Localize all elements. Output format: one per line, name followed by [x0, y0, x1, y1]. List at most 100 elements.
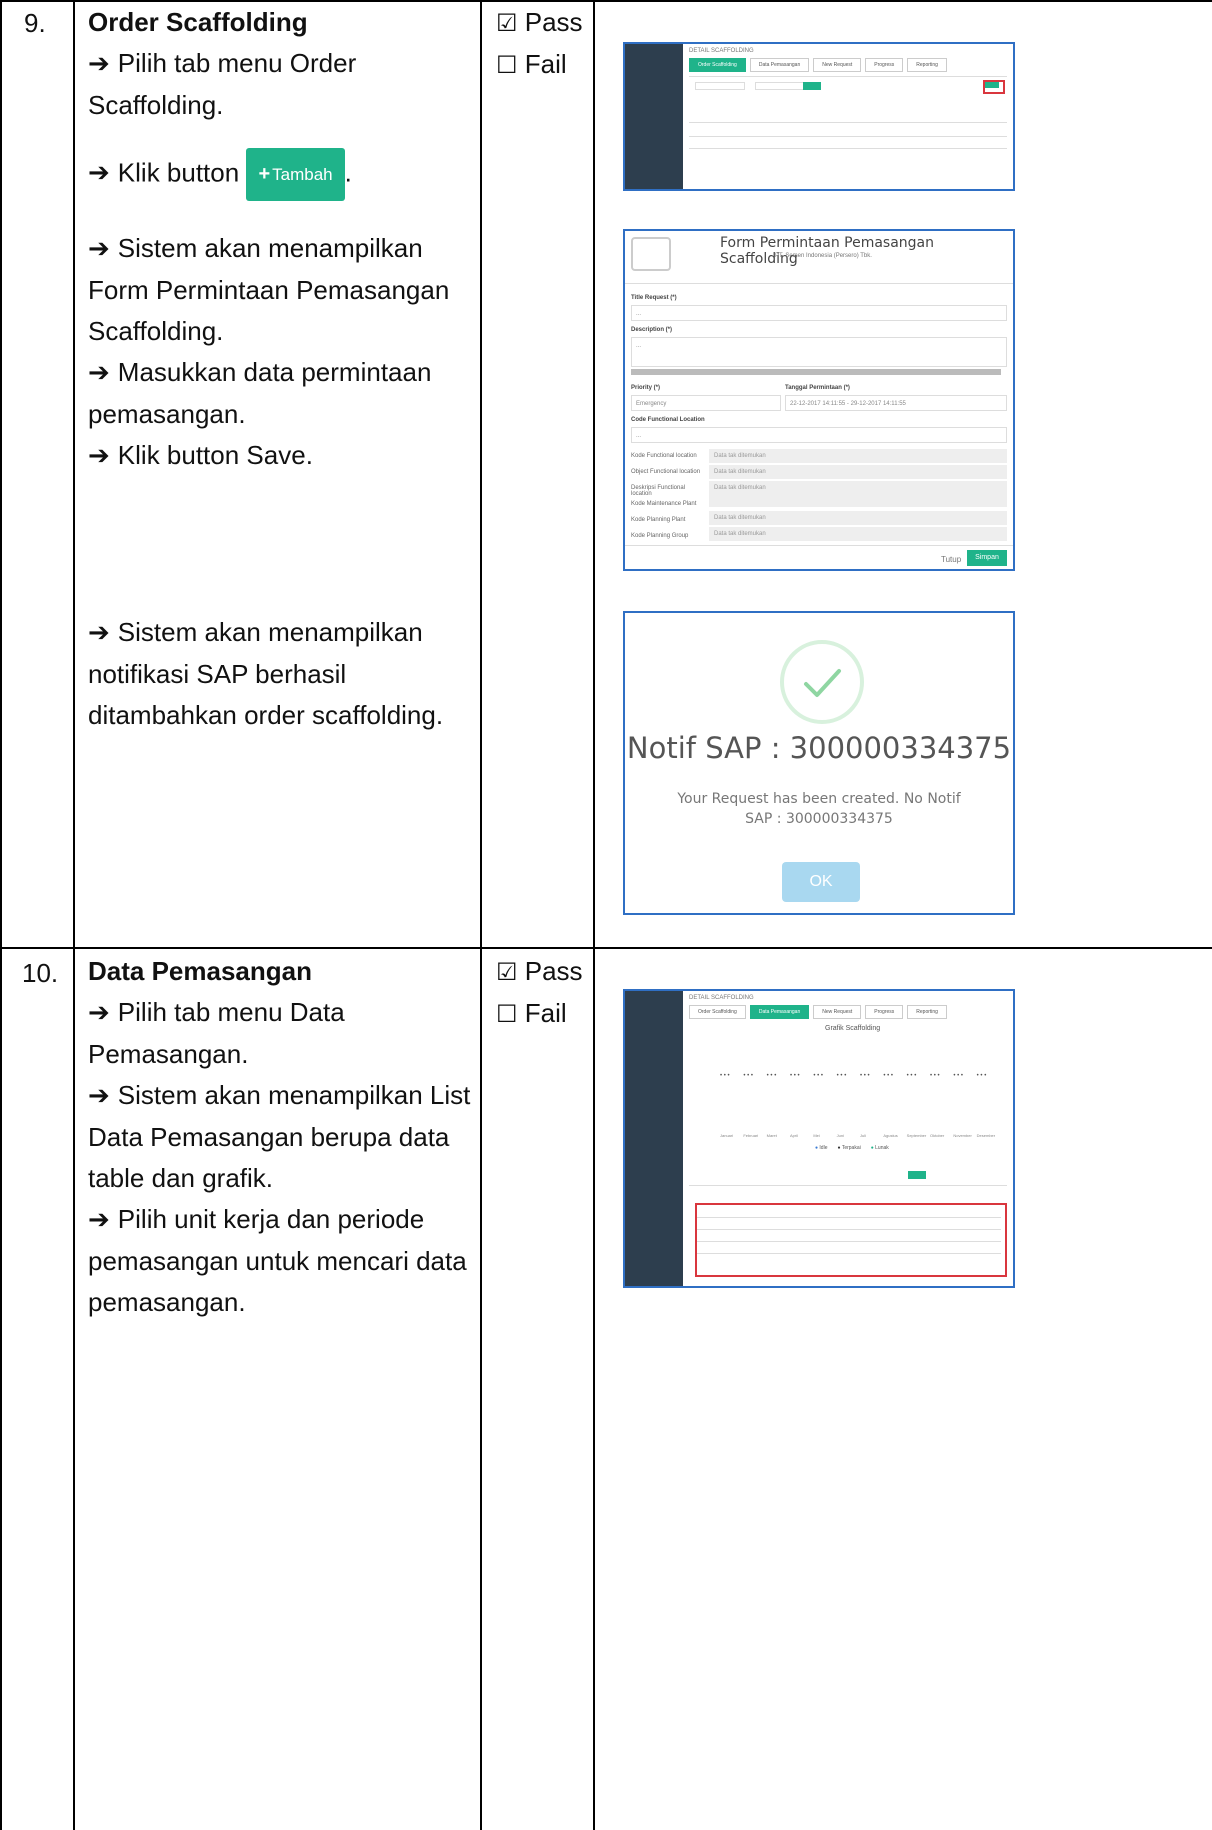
input-code-location: ...: [631, 427, 1007, 443]
chart-point: • • •: [976, 1073, 987, 1079]
legend-item: ● Lunak: [870, 1145, 889, 1151]
chart-series: • • • • • • • • • • • • • • • • • • • • • • • •…: [720, 1073, 1000, 1083]
checked-box-icon: ☑: [496, 9, 518, 37]
filter-date: [695, 82, 745, 90]
divider: [625, 283, 1013, 284]
arrow-right-icon: ➔: [88, 49, 110, 79]
empty-box-icon: ☐: [496, 1000, 518, 1028]
screenshot-data-pemasangan: DETAIL SCAFFOLDING Order Scaffolding Dat…: [623, 989, 1015, 1288]
tambah-button-image: [985, 82, 999, 88]
tab-order-scaffolding: Order Scaffolding: [689, 58, 746, 72]
notif-message: Your Request has been created. No Notif …: [677, 791, 961, 827]
tab-new-request: New Request: [813, 58, 862, 72]
chart-point: • • •: [836, 1073, 847, 1079]
chart-point: • • •: [766, 1073, 777, 1079]
chart-tick-label: Januari: [720, 1133, 734, 1138]
label-tanggal: Tanggal Permintaan (*): [785, 385, 850, 391]
step-item: ➔ Sistem akan menampilkan notifikasi SAP …: [88, 617, 444, 730]
chart-point: • • •: [743, 1073, 753, 1079]
tab-progress: Progress: [865, 1005, 904, 1019]
step-title: Order Scaffolding: [88, 7, 308, 37]
tab-new-request: New Request: [813, 1005, 862, 1019]
tab-reporting: Reporting: [907, 1005, 947, 1019]
chart-tick-label: Agustus: [883, 1133, 898, 1138]
arrow-right-icon: ➔: [88, 998, 110, 1028]
label-title-request: Title Request (*): [631, 295, 677, 301]
label-code-location: Code Functional Location: [631, 417, 705, 423]
fail-option: ☐ Fail: [496, 49, 567, 79]
step-description: Order Scaffolding ➔ Pilih tab menu Order …: [88, 2, 473, 201]
chart-tick-label: Oktober: [930, 1133, 945, 1138]
highlight-box: [695, 1203, 1007, 1277]
info-value: Data tak ditemukan: [709, 465, 1007, 479]
chart-tick-label: Juni: [836, 1133, 844, 1138]
panel-header: DETAIL SCAFFOLDING: [689, 995, 754, 1001]
row-divider: [0, 947, 1212, 949]
panel-header: DETAIL SCAFFOLDING: [689, 48, 754, 54]
filter-date: [755, 82, 805, 90]
chart-tick-label: Juli: [860, 1133, 867, 1138]
tutup-button-image: Tutup: [941, 555, 962, 564]
sidebar: [625, 44, 683, 189]
chart-tick-label: November: [953, 1133, 972, 1138]
tab-order-scaffolding: Order Scaffolding: [689, 1005, 746, 1019]
pencil-icon: [631, 237, 671, 271]
chart-point: • • •: [906, 1073, 917, 1079]
result-checkboxes: ☑ Pass ☐ Fail: [496, 951, 583, 1035]
step-item: ➔ Pilih unit kerja dan periode pemasangan…: [88, 1204, 467, 1317]
chart-tick-label: Maret: [766, 1133, 777, 1138]
col-divider-3: [593, 0, 595, 1830]
ok-button-image: OK: [782, 862, 860, 902]
chart-tick-label: Mei: [813, 1133, 820, 1138]
check-circle-icon: [780, 640, 864, 724]
empty-box-icon: ☐: [496, 51, 518, 79]
divider: [689, 1185, 1007, 1186]
chart-tick-label: Desember: [976, 1133, 996, 1138]
arrow-right-icon: ➔: [88, 1205, 110, 1235]
notif-title: Notif SAP : 300000334375: [626, 731, 1012, 765]
col-divider-2: [480, 0, 482, 1830]
divider: [689, 122, 1007, 123]
form-subtitle: PT. Semen Indonesia (Persero) Tbk.: [775, 253, 872, 259]
info-value: Data tak ditemukan: [709, 527, 1007, 541]
input-tanggal: 22-12-2017 14:11:55 - 29-12-2017 14:11:5…: [785, 395, 1007, 411]
step-item: ➔ Sistem akan menampilkan List Data Pemas…: [88, 1080, 471, 1193]
tab-data-pemasangan: Data Pemasangan: [749, 1005, 810, 1019]
chart-point: • • •: [953, 1073, 963, 1079]
arrow-right-icon: ➔: [88, 158, 110, 189]
tab-bar: Order Scaffolding Data Pemasangan New Re…: [689, 58, 947, 72]
info-label: Deskripsi Functional location: [631, 485, 686, 497]
step-item: ➔ Pilih tab menu Order Scaffolding.: [88, 48, 357, 120]
row-number: 9.: [24, 8, 46, 38]
arrow-right-icon: ➔: [88, 234, 110, 264]
arrow-right-icon: ➔: [88, 358, 110, 388]
select-priority: Emergency: [631, 395, 781, 411]
info-value: Data tak ditemukan: [709, 481, 1007, 507]
divider: [697, 1217, 1001, 1218]
chart-title: Grafik Scaffolding: [825, 1025, 881, 1032]
chart-point: • • •: [883, 1073, 893, 1079]
info-label: Kode Planning Plant: [631, 517, 686, 523]
step-item: ➔ Sistem akan menampilkan Form Permintaan…: [88, 233, 450, 346]
row-number: 10.: [22, 958, 59, 988]
simpan-button-image: Simpan: [967, 550, 1007, 566]
info-label: Object Functional location: [631, 469, 701, 475]
step-item: ➔ Klik button + Tambah.: [88, 148, 473, 201]
screenshot-notif-sap: Notif SAP : 300000334375 Your Request ha…: [623, 611, 1015, 915]
chart-legend: ● Idle ● Terpakai ● Lunak: [815, 1145, 889, 1151]
step-description: ➔ Sistem akan menampilkan notifikasi SAP …: [88, 612, 473, 736]
label-description: Description (*): [631, 327, 673, 333]
chart-point: • • •: [790, 1073, 800, 1079]
divider: [689, 76, 1007, 77]
input-description: ...: [631, 337, 1007, 367]
chart-tick-label: September: [906, 1133, 927, 1138]
fail-option: ☐ Fail: [496, 998, 567, 1028]
tab-bar: Order Scaffolding Data Pemasangan New Re…: [689, 1005, 947, 1019]
step-item: ➔ Klik button Save.: [88, 440, 313, 471]
screenshot-order-scaffolding: DETAIL SCAFFOLDING Order Scaffolding Dat…: [623, 42, 1015, 191]
chart-point: • • •: [860, 1073, 870, 1079]
screenshot-form-permintaan: Form Permintaan Pemasangan Scaffolding P…: [623, 229, 1015, 571]
step-item: ➔ Masukkan data permintaan pemasangan.: [88, 357, 432, 429]
divider: [697, 1253, 1001, 1254]
info-label: Kode Planning Group: [631, 533, 689, 539]
